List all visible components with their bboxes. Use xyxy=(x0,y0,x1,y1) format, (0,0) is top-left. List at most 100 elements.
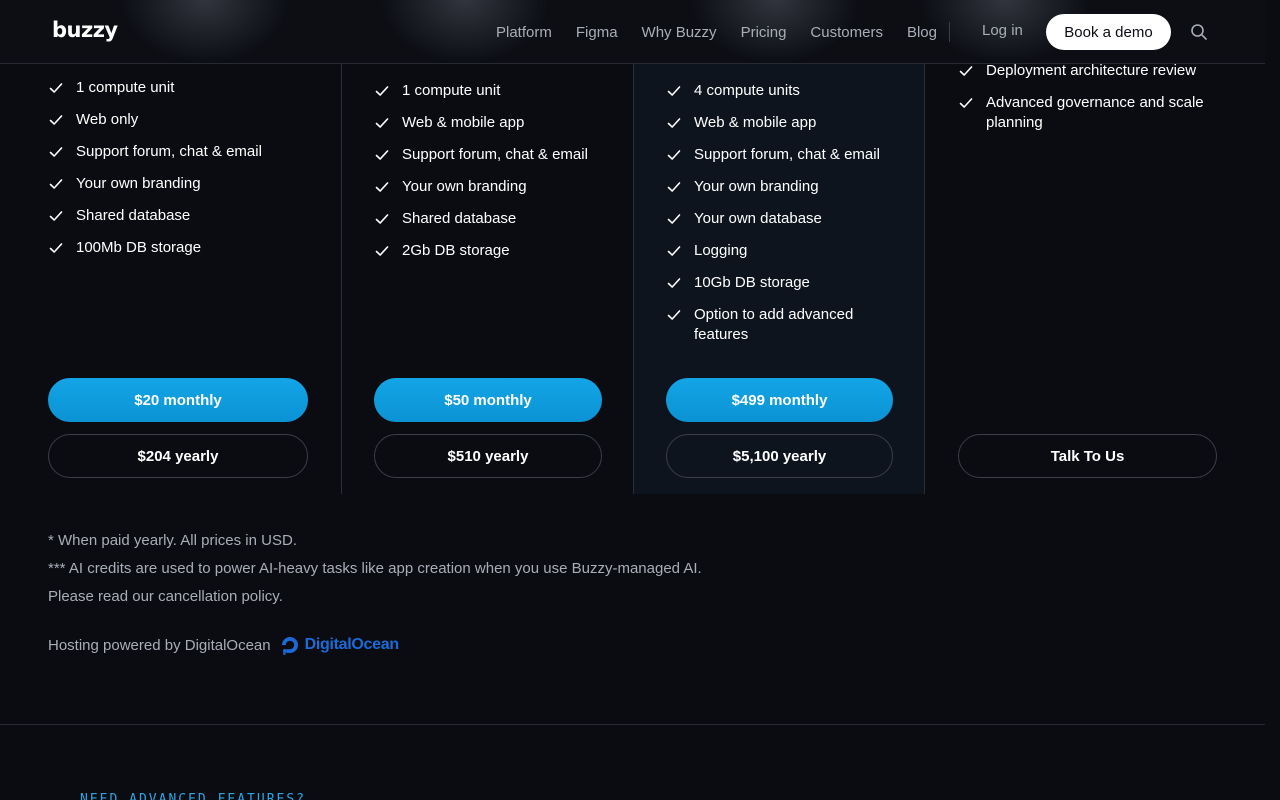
check-icon xyxy=(959,66,973,76)
check-icon xyxy=(49,83,63,93)
plan-2-monthly-button[interactable]: $50 monthly xyxy=(374,378,602,422)
feature-item: 4 compute units xyxy=(666,81,896,101)
scrollbar-track[interactable] xyxy=(1265,0,1280,800)
feature-item: 10Gb DB storage xyxy=(666,273,896,293)
check-icon xyxy=(49,115,63,125)
check-icon xyxy=(49,179,63,189)
top-navbar: buzzy Platform Figma Why Buzzy Pricing C… xyxy=(0,0,1265,64)
check-icon xyxy=(375,182,389,192)
plan-3-monthly-button[interactable]: $499 monthly xyxy=(666,378,893,422)
nav-links: Platform Figma Why Buzzy Pricing Custome… xyxy=(496,0,961,64)
feature-label: Option to add advanced features xyxy=(694,306,854,343)
footnote-ai-credits: *** AI credits are used to power AI-heav… xyxy=(48,560,702,577)
pricing-footnotes: * When paid yearly. All prices in USD. *… xyxy=(48,527,702,611)
check-icon xyxy=(375,214,389,224)
check-icon xyxy=(667,278,681,288)
check-icon xyxy=(667,182,681,192)
feature-item: 1 compute unit xyxy=(374,81,588,101)
check-icon xyxy=(49,147,63,157)
book-demo-button[interactable]: Book a demo xyxy=(1046,14,1171,50)
feature-item: Support forum, chat & email xyxy=(666,145,896,165)
feature-item: Deployment architecture review xyxy=(958,61,1218,81)
feature-label: Support forum, chat & email xyxy=(694,146,880,163)
feature-item: Support forum, chat & email xyxy=(48,142,262,162)
check-icon xyxy=(375,118,389,128)
nav-link-figma[interactable]: Figma xyxy=(576,24,618,41)
feature-label: Support forum, chat & email xyxy=(76,143,262,160)
plan-2-yearly-button[interactable]: $510 yearly xyxy=(374,434,602,478)
plan-1-feature-list: 1 compute unit Web only Support forum, c… xyxy=(48,78,262,270)
check-icon xyxy=(375,86,389,96)
feature-label: Logging xyxy=(694,242,748,259)
check-icon xyxy=(667,214,681,224)
next-section-eyebrow: NEED ADVANCED FEATURES? xyxy=(80,792,307,800)
feature-item: 100Mb DB storage xyxy=(48,238,262,258)
check-icon xyxy=(375,246,389,256)
feature-label: Your own database xyxy=(694,210,822,227)
feature-label: Advanced governance and scale planning xyxy=(986,94,1204,131)
plan-column-4: Deployment architecture review Advanced … xyxy=(926,61,1265,494)
feature-item: Advanced governance and scale planning xyxy=(958,93,1218,133)
digitalocean-icon xyxy=(281,637,298,655)
feature-label: 100Mb DB storage xyxy=(76,239,202,256)
digitalocean-wordmark: DigitalOcean xyxy=(304,636,400,653)
plan-column-2: 1 compute unit Web & mobile app Support … xyxy=(341,64,633,494)
check-icon xyxy=(667,246,681,256)
feature-item: Your own database xyxy=(666,209,896,229)
feature-item: Web & mobile app xyxy=(374,113,588,133)
plan-1-monthly-button[interactable]: $20 monthly xyxy=(48,378,308,422)
plan-3-yearly-button[interactable]: $5,100 yearly xyxy=(666,434,893,478)
feature-label: Shared database xyxy=(76,207,191,224)
feature-item: 2Gb DB storage xyxy=(374,241,588,261)
feature-label: Your own branding xyxy=(694,178,819,195)
feature-label: 1 compute unit xyxy=(76,79,175,96)
feature-item: Logging xyxy=(666,241,896,261)
feature-label: 1 compute unit xyxy=(402,82,501,99)
feature-label: Deployment architecture review xyxy=(986,62,1197,79)
feature-item: Shared database xyxy=(374,209,588,229)
feature-item: Your own branding xyxy=(48,174,262,194)
talk-to-us-button[interactable]: Talk To Us xyxy=(958,434,1217,478)
check-icon xyxy=(667,310,681,320)
feature-item: Your own branding xyxy=(666,177,896,197)
nav-link-platform[interactable]: Platform xyxy=(496,24,552,41)
check-icon xyxy=(49,211,63,221)
feature-item: Your own branding xyxy=(374,177,588,197)
plan-2-feature-list: 1 compute unit Web & mobile app Support … xyxy=(374,81,588,273)
hosting-text: Hosting powered by DigitalOcean xyxy=(48,636,271,654)
feature-label: Web only xyxy=(76,111,139,128)
section-divider xyxy=(0,724,1265,725)
check-icon xyxy=(959,98,973,108)
search-icon[interactable] xyxy=(1190,23,1208,41)
feature-label: Support forum, chat & email xyxy=(402,146,588,163)
feature-label: Your own branding xyxy=(76,175,201,192)
nav-link-why-buzzy[interactable]: Why Buzzy xyxy=(642,24,717,41)
login-link[interactable]: Log in xyxy=(982,22,1023,39)
feature-label: Your own branding xyxy=(402,178,527,195)
plan-1-yearly-button[interactable]: $204 yearly xyxy=(48,434,308,478)
nav-divider xyxy=(949,22,950,42)
feature-label: Shared database xyxy=(402,210,517,227)
feature-item: Option to add advanced features xyxy=(666,305,896,345)
feature-label: 4 compute units xyxy=(694,82,800,99)
pricing-plans: 1 compute unit Web only Support forum, c… xyxy=(0,61,1265,494)
check-icon xyxy=(667,118,681,128)
feature-item: Support forum, chat & email xyxy=(374,145,588,165)
nav-link-pricing[interactable]: Pricing xyxy=(741,24,787,41)
footnote-yearly: * When paid yearly. All prices in USD. xyxy=(48,532,297,549)
feature-item: Web & mobile app xyxy=(666,113,896,133)
nav-link-blog[interactable]: Blog xyxy=(907,24,937,41)
feature-label: 2Gb DB storage xyxy=(402,242,510,259)
check-icon xyxy=(375,150,389,160)
plan-4-feature-list: Deployment architecture review Advanced … xyxy=(958,61,1218,145)
check-icon xyxy=(49,243,63,253)
plan-column-3: 4 compute units Web & mobile app Support… xyxy=(633,64,925,494)
buzzy-logo[interactable]: buzzy xyxy=(52,18,118,42)
digitalocean-logo[interactable]: DigitalOcean xyxy=(279,634,399,656)
check-icon xyxy=(667,150,681,160)
check-icon xyxy=(667,86,681,96)
hosting-credit: Hosting powered by DigitalOcean DigitalO… xyxy=(48,634,399,656)
cancellation-policy-link[interactable]: Please read our cancellation policy. xyxy=(48,583,702,611)
feature-item: Web only xyxy=(48,110,262,130)
nav-link-customers[interactable]: Customers xyxy=(810,24,883,41)
